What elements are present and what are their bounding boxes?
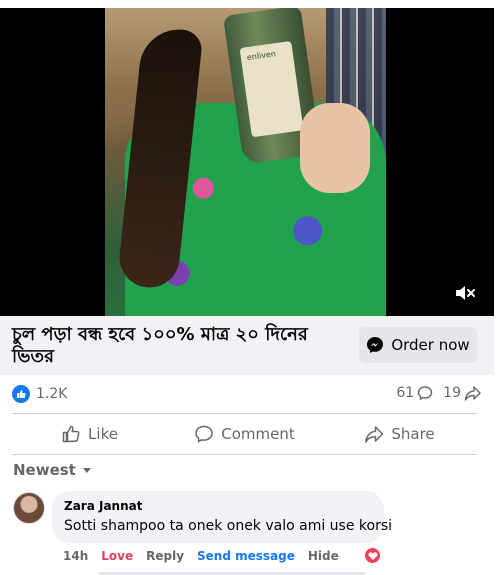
- hide-link[interactable]: Hide: [308, 549, 339, 563]
- post-actions: Like Comment Share: [12, 414, 477, 454]
- like-icon: [62, 425, 80, 443]
- comment-meta: 14h Love Reply Send message Hide: [63, 549, 339, 563]
- chevron-down-icon: [82, 468, 91, 473]
- love-reaction-link[interactable]: Love: [101, 549, 133, 563]
- order-now-button[interactable]: Order now: [359, 327, 477, 363]
- share-count[interactable]: 19: [443, 385, 482, 401]
- video-player[interactable]: enliven: [0, 8, 494, 316]
- like-count[interactable]: 1.2K: [12, 385, 67, 403]
- reply-link[interactable]: Reply: [146, 549, 184, 563]
- send-message-link[interactable]: Send message: [197, 549, 295, 563]
- comment-sort-dropdown[interactable]: Newest: [13, 461, 92, 479]
- video-frame: enliven: [105, 8, 386, 316]
- divider: [12, 454, 477, 455]
- post-title: চুল পড়া বন্ধ হবে ১০০% মাত্র ২০ দিনের ভি…: [12, 324, 308, 367]
- comment-author[interactable]: Zara Jannat: [64, 498, 372, 514]
- comment-text: Sotti shampoo ta onek onek valo ami use …: [64, 518, 393, 534]
- order-now-label: Order now: [391, 336, 470, 354]
- like-button[interactable]: Like: [12, 414, 167, 454]
- mute-icon[interactable]: [454, 283, 476, 303]
- comment-count-icon: [417, 386, 433, 401]
- comment-count[interactable]: 61: [396, 385, 433, 401]
- share-button[interactable]: Share: [322, 414, 477, 454]
- bottle-brand: enliven: [246, 49, 277, 63]
- avatar[interactable]: [13, 492, 45, 524]
- comment-time[interactable]: 14h: [63, 549, 88, 563]
- post-title-row: চুল পড়া বন্ধ হবে ১০০% মাত্র ২০ দিনের ভি…: [0, 316, 494, 375]
- comment-icon: [195, 425, 214, 443]
- share-count-icon: [464, 386, 481, 401]
- comment-bubble: Zara Jannat Sotti shampoo ta onek onek v…: [52, 491, 393, 543]
- love-reaction-icon[interactable]: [363, 546, 382, 565]
- share-icon: [365, 426, 384, 443]
- comment-button[interactable]: Comment: [167, 414, 322, 454]
- messenger-icon: [367, 337, 384, 353]
- reaction-counts: 1.2K 61 19: [0, 375, 494, 413]
- like-badge-icon: [12, 385, 30, 403]
